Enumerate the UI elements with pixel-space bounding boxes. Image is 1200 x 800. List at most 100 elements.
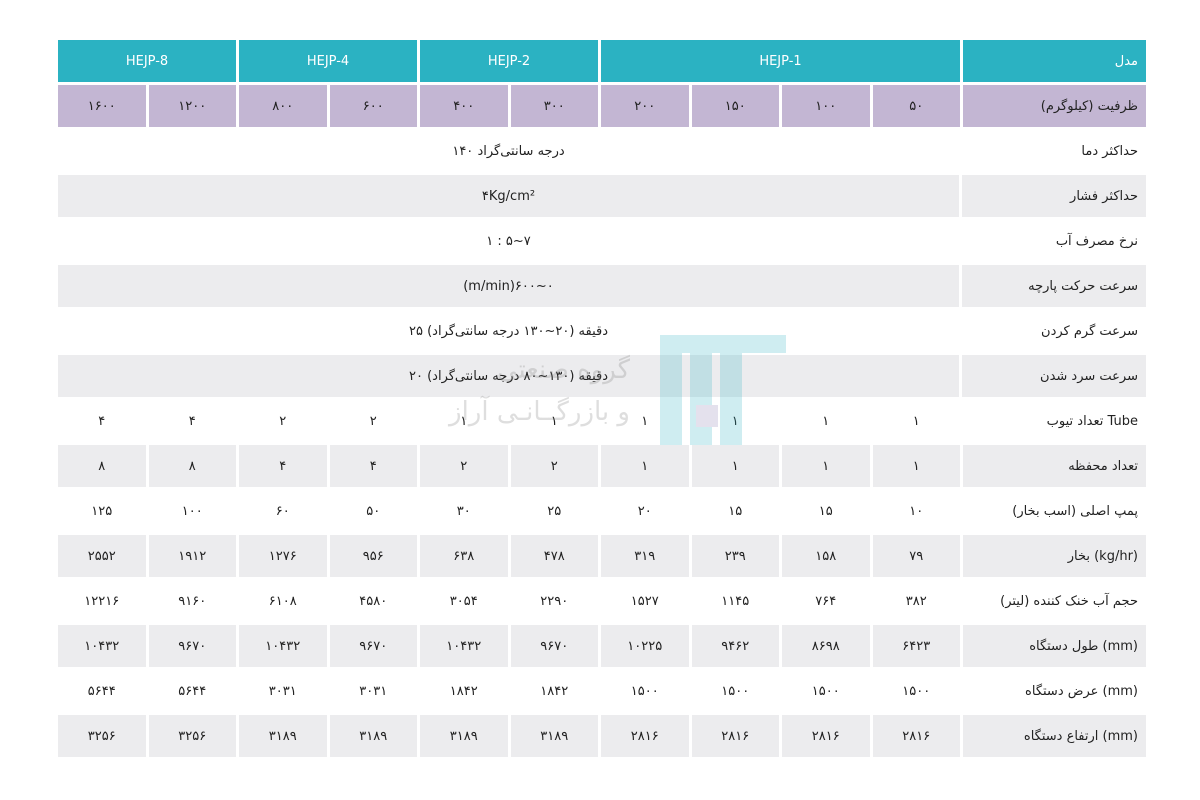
table-cell: ۱۵۰۰ bbox=[782, 670, 870, 712]
table-cell: ۱ bbox=[601, 400, 689, 442]
header-row: مدل HEJP-1 HEJP-2 HEJP-4 HEJP-8 bbox=[58, 40, 1146, 82]
table-cell: ۲۰ bbox=[601, 490, 689, 532]
table-cell: ۱۰۲۲۵ bbox=[601, 625, 689, 667]
table-cell: ۲۵۵۲ bbox=[58, 535, 146, 577]
table-cell: ۳۱۸۹ bbox=[329, 715, 417, 757]
table-cell: ۱۵ bbox=[782, 490, 870, 532]
table-cell: ۶۰ bbox=[239, 490, 327, 532]
row-label: سرعت سرد شدن bbox=[962, 355, 1146, 397]
table-cell: ۱۲۵ bbox=[58, 490, 146, 532]
table-cell: ۱۵۲۷ bbox=[601, 580, 689, 622]
table-cell: ۴ bbox=[148, 400, 236, 442]
row-label: ارتفاع دستگاه (mm) bbox=[963, 715, 1146, 757]
table-cell: ۵۶۴۴ bbox=[58, 670, 146, 712]
table-cell: ۲۸۱۶ bbox=[782, 715, 870, 757]
table-cell: ۱۶۰۰ bbox=[58, 85, 146, 127]
max-temp-row: حداکثر دما ۱۴۰ درجه سانتی‌گراد bbox=[58, 130, 1146, 172]
group-hejp-1: HEJP-1 bbox=[601, 40, 960, 82]
group-hejp-4: HEJP-4 bbox=[239, 40, 417, 82]
table-cell: ۳۲۵۶ bbox=[148, 715, 236, 757]
table-cell: ۲ bbox=[420, 445, 508, 487]
table-cell: ۶۴۲۳ bbox=[872, 625, 960, 667]
group-hejp-2: HEJP-2 bbox=[420, 40, 598, 82]
table-cell: ۱ bbox=[420, 400, 508, 442]
max-pressure-row: حداکثر فشار ۴Kg/cm² bbox=[58, 175, 1146, 217]
table-cell: ۳۰ bbox=[420, 490, 508, 532]
table-cell: ۳۸۲ bbox=[872, 580, 960, 622]
table-cell: ۳۰۵۴ bbox=[420, 580, 508, 622]
table-cell: ۱۵۰۰ bbox=[601, 670, 689, 712]
table-cell: ۱۰ bbox=[872, 490, 960, 532]
table-cell: ۸۶۹۸ bbox=[782, 625, 870, 667]
table-cell: ۲۵ bbox=[510, 490, 598, 532]
table-cell: ۱۵۰۰ bbox=[691, 670, 779, 712]
length-row: طول دستگاه (mm) ۶۴۲۳ ۸۶۹۸ ۹۴۶۲ ۱۰۲۲۵ ۹۶۷… bbox=[58, 625, 1146, 667]
table-cell: ۳۰۳۱ bbox=[239, 670, 327, 712]
table-cell: ۱۹۱۲ bbox=[148, 535, 236, 577]
tubes-row: تعداد تیوب Tube ۱ ۱ ۱ ۱ ۱ ۱ ۲ ۲ ۴ ۴ bbox=[58, 400, 1146, 442]
table-cell: ۳۱۸۹ bbox=[239, 715, 327, 757]
table-cell: ۱۵۸ bbox=[782, 535, 870, 577]
table-cell: ۹۱۶۰ bbox=[148, 580, 236, 622]
table-cell: ۱ bbox=[872, 400, 960, 442]
water-rate-row: نرخ مصرف آب ۱ : ۵~۷ bbox=[58, 220, 1146, 262]
width-row: عرض دستگاه (mm) ۱۵۰۰ ۱۵۰۰ ۱۵۰۰ ۱۵۰۰ ۱۸۴۲… bbox=[58, 670, 1146, 712]
model-label: مدل bbox=[962, 40, 1146, 82]
table-cell: ۳۱۸۹ bbox=[420, 715, 508, 757]
height-row: ارتفاع دستگاه (mm) ۲۸۱۶ ۲۸۱۶ ۲۸۱۶ ۲۸۱۶ ۳… bbox=[58, 715, 1146, 757]
table-cell: ۱۲۰۰ bbox=[148, 85, 236, 127]
table-cell: ۴Kg/cm² bbox=[58, 175, 959, 217]
table-cell: ۴ bbox=[239, 445, 327, 487]
table-cell: ۱۸۴۲ bbox=[420, 670, 508, 712]
table-cell: ۲ bbox=[239, 400, 327, 442]
heating-speed-row: سرعت گرم کردن ۲۵ دقیقه (۲۰~۱۳۰ درجه سانت… bbox=[58, 310, 1146, 352]
table-cell: ۲ bbox=[329, 400, 417, 442]
table-cell: ۱۰۰ bbox=[782, 85, 870, 127]
chambers-row: تعداد محفظه ۱ ۱ ۱ ۱ ۲ ۲ ۴ ۴ ۸ ۸ bbox=[58, 445, 1146, 487]
main-pump-row: پمپ اصلی (اسب بخار) ۱۰ ۱۵ ۱۵ ۲۰ ۲۵ ۳۰ ۵۰… bbox=[58, 490, 1146, 532]
table-cell: ۹۶۷۰ bbox=[148, 625, 236, 667]
table-cell: ۸ bbox=[148, 445, 236, 487]
table-cell: ۳۲۵۶ bbox=[58, 715, 146, 757]
table-cell: ۱۵۰ bbox=[691, 85, 779, 127]
table-cell: ۴۰۰ bbox=[420, 85, 508, 127]
table-cell: ۱ bbox=[691, 445, 779, 487]
table-cell: ۴۵۸۰ bbox=[329, 580, 417, 622]
table-cell: ۲۲۹۰ bbox=[510, 580, 598, 622]
table-cell: ۱۴۰ درجه سانتی‌گراد bbox=[58, 130, 959, 172]
row-label: حداکثر فشار bbox=[962, 175, 1146, 217]
row-label: تعداد محفظه bbox=[963, 445, 1146, 487]
table-cell: ۱ : ۵~۷ bbox=[58, 220, 959, 262]
table-cell: ۱۲۲۱۶ bbox=[58, 580, 146, 622]
table-cell: ۱ bbox=[782, 445, 870, 487]
table-cell: ۱۰۰ bbox=[148, 490, 236, 532]
table-cell: ۴ bbox=[329, 445, 417, 487]
fabric-speed-row: سرعت حرکت پارچه (m/min)۶۰۰~۰ bbox=[58, 265, 1146, 307]
table-cell: ۱ bbox=[691, 400, 779, 442]
table-cell: ۱ bbox=[872, 445, 960, 487]
table-cell: ۱۰۴۳۲ bbox=[239, 625, 327, 667]
table-cell: ۵۶۴۴ bbox=[148, 670, 236, 712]
table-cell: ۲۸۱۶ bbox=[872, 715, 960, 757]
table-cell: ۲۸۱۶ bbox=[601, 715, 689, 757]
table-cell: ۹۶۷۰ bbox=[329, 625, 417, 667]
table-cell: ۴ bbox=[58, 400, 146, 442]
row-label: نرخ مصرف آب bbox=[962, 220, 1146, 262]
table-cell: ۹۶۷۰ bbox=[510, 625, 598, 667]
table-cell: ۱۲۷۶ bbox=[239, 535, 327, 577]
table-cell: ۸ bbox=[58, 445, 146, 487]
row-label: بخار (kg/hr) bbox=[963, 535, 1146, 577]
cooling-water-row: حجم آب خنک کننده (لیتر) ۳۸۲ ۷۶۴ ۱۱۴۵ ۱۵۲… bbox=[58, 580, 1146, 622]
table-cell: ۲ bbox=[510, 445, 598, 487]
table-cell: ۲۵ دقیقه (۲۰~۱۳۰ درجه سانتی‌گراد) bbox=[58, 310, 959, 352]
table-cell: ۱ bbox=[601, 445, 689, 487]
table-cell: ۱۸۴۲ bbox=[510, 670, 598, 712]
table-cell: ۶۱۰۸ bbox=[239, 580, 327, 622]
table-cell: ۲۳۹ bbox=[691, 535, 779, 577]
cooling-speed-row: سرعت سرد شدن ۲۰ دقیقه (۱۳۰~۸۰ درجه سانتی… bbox=[58, 355, 1146, 397]
table-cell: ۱ bbox=[510, 400, 598, 442]
row-label: حجم آب خنک کننده (لیتر) bbox=[963, 580, 1146, 622]
table-cell: ۵۰ bbox=[872, 85, 960, 127]
capacity-row: ظرفیت (کیلوگرم) ۵۰ ۱۰۰ ۱۵۰ ۲۰۰ ۳۰۰ ۴۰۰ ۶… bbox=[58, 85, 1146, 127]
table-cell: ۳۱۹ bbox=[601, 535, 689, 577]
